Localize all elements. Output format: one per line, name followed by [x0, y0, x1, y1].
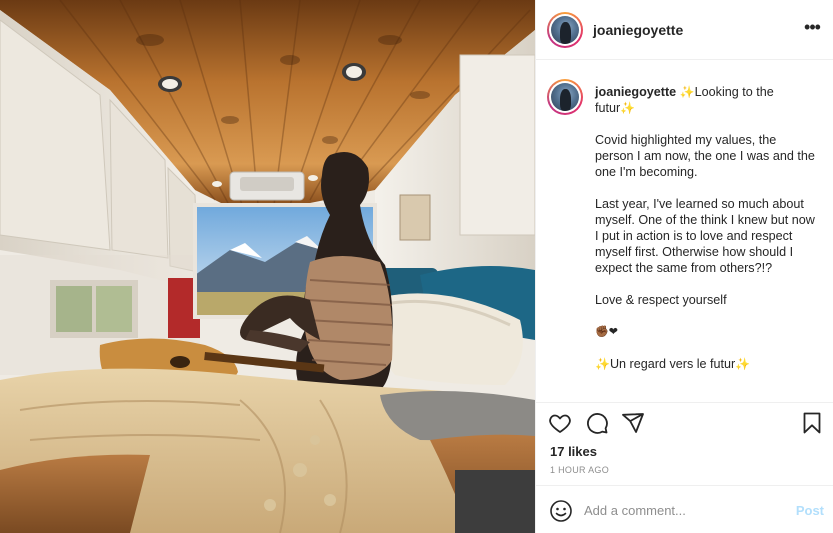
post-side-panel: joaniegoyette ••• joaniegoyette ✨Looking…	[535, 0, 833, 533]
sparkle-icon: ✨	[679, 85, 695, 99]
sparkle-icon: ✨	[620, 101, 636, 115]
caption-paragraph-3: Love & respect yourself	[595, 293, 727, 307]
caption-last-line: Un regard vers le futur	[609, 357, 736, 371]
more-options-icon[interactable]: •••	[800, 17, 824, 41]
caption-section: joaniegoyette ✨Looking to the futur✨ Cov…	[536, 61, 833, 401]
share-icon[interactable]	[621, 411, 647, 437]
comment-input[interactable]	[584, 499, 774, 521]
sparkle-icon: ✨	[595, 357, 610, 371]
post-photo[interactable]	[0, 0, 535, 533]
caption-username[interactable]: joaniegoyette	[595, 85, 676, 99]
add-comment-bar: Post	[536, 485, 833, 533]
post-comment-button[interactable]: Post	[796, 503, 824, 518]
van-interior-image	[0, 0, 535, 533]
heart-icon[interactable]	[548, 411, 574, 437]
profile-avatar[interactable]	[547, 12, 583, 48]
caption-emoji-line: ✊🏾❤	[595, 326, 618, 338]
bookmark-icon[interactable]	[800, 411, 826, 437]
smiley-icon[interactable]	[549, 499, 573, 523]
likes-count[interactable]: 17 likes	[550, 444, 597, 459]
action-bar	[536, 402, 833, 442]
caption-paragraph-1: Covid highlighted my values, the person …	[595, 133, 815, 179]
post-timestamp[interactable]: 1 HOUR AGO	[550, 465, 609, 475]
post-header: joaniegoyette •••	[536, 0, 833, 60]
caption-avatar[interactable]	[547, 79, 583, 115]
caption-paragraph-2: Last year, I've learned so much about my…	[595, 197, 815, 275]
caption-text: joaniegoyette ✨Looking to the futur✨ Cov…	[595, 84, 817, 388]
header-username[interactable]: joaniegoyette	[593, 22, 683, 38]
sparkle-icon: ✨	[735, 357, 751, 371]
comment-icon[interactable]	[585, 411, 611, 437]
